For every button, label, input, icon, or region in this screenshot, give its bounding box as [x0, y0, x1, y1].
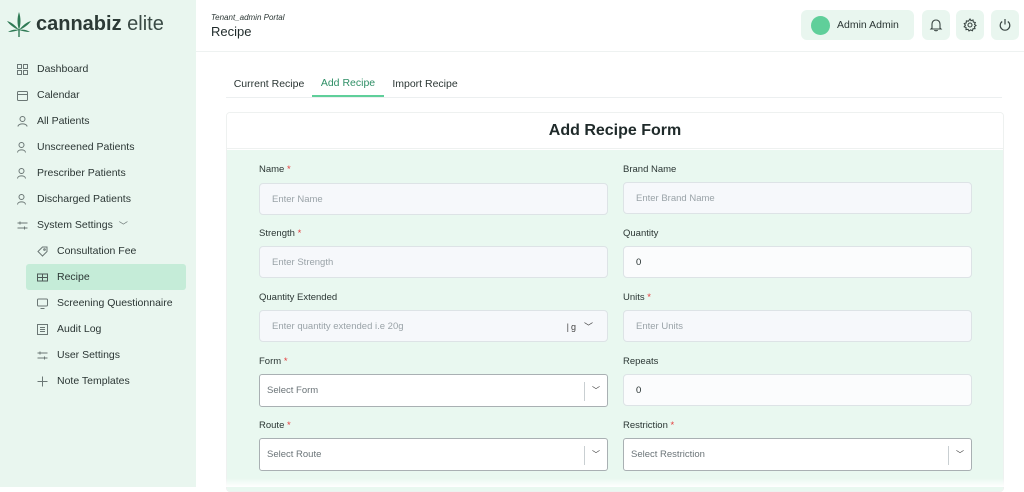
user-check-icon — [16, 167, 29, 180]
quantity-label: Quantity — [623, 228, 659, 239]
brand-name-label: Brand Name — [623, 164, 677, 175]
sidebar: cannabiz elite Dashboard Calendar All Pa… — [0, 0, 196, 487]
sidebar-item-dashboard[interactable]: Dashboard — [0, 56, 196, 82]
user-icon — [16, 115, 29, 128]
table-icon — [36, 271, 49, 284]
sidebar-item-label: Calendar — [37, 89, 80, 101]
form-select[interactable]: Select Form ﹀ — [259, 374, 608, 407]
add-recipe-form: Add Recipe Form Name * Enter Name Brand … — [226, 112, 1004, 492]
sidebar-item-system-settings[interactable]: System Settings ﹀ — [0, 212, 196, 238]
form-body: Name * Enter Name Brand Name Enter Brand… — [227, 150, 1003, 491]
repeats-label: Repeats — [623, 356, 659, 367]
repeats-input[interactable]: 0 — [623, 374, 972, 406]
route-select[interactable]: Select Route ﹀ — [259, 438, 608, 471]
units-label: Units * — [623, 292, 651, 303]
bell-icon — [929, 19, 943, 32]
sidebar-item-label: Screening Questionnaire — [57, 297, 173, 309]
select-divider — [584, 382, 585, 401]
sidebar-item-label: User Settings — [57, 349, 121, 361]
user-menu-button[interactable]: Admin Admin — [801, 10, 914, 40]
sidebar-item-label: Unscreened Patients — [37, 141, 135, 153]
cannabis-leaf-icon — [7, 12, 31, 37]
sidebar-item-audit-log[interactable]: Audit Log — [0, 316, 196, 342]
strength-input[interactable]: Enter Strength — [259, 246, 608, 278]
gear-icon — [963, 18, 977, 32]
quantity-extended-input[interactable]: Enter quantity extended i.e 20g | g ﹀ — [259, 310, 608, 342]
sidebar-item-all-patients[interactable]: All Patients — [0, 108, 196, 134]
form-select-placeholder: Select Form — [267, 385, 319, 396]
logout-button[interactable] — [991, 10, 1019, 40]
user-name: Admin Admin — [837, 19, 899, 31]
quantity-extended-placeholder: Enter quantity extended i.e 20g — [272, 320, 404, 332]
recipe-tabs: Current Recipe Add Recipe Import Recipe — [226, 70, 1002, 98]
sidebar-item-label: System Settings — [37, 219, 113, 231]
unit-select[interactable]: | g ﹀ — [567, 320, 593, 333]
select-divider — [948, 446, 949, 465]
sidebar-item-label: Dashboard — [37, 63, 89, 75]
monitor-icon — [36, 297, 49, 310]
settings-button[interactable] — [956, 10, 984, 40]
sidebar-nav: Dashboard Calendar All Patients Unscreen… — [0, 56, 196, 394]
power-icon — [999, 19, 1011, 31]
form-title: Add Recipe Form — [227, 113, 1003, 149]
name-label: Name * — [259, 164, 291, 175]
sidebar-item-label: Discharged Patients — [37, 193, 131, 205]
calendar-icon — [16, 89, 29, 102]
plus-icon — [36, 375, 49, 388]
restriction-select-placeholder: Select Restriction — [631, 449, 705, 460]
form-field-label: Form * — [259, 356, 288, 367]
unit-value: g — [570, 322, 576, 332]
quantity-input[interactable]: 0 — [623, 246, 972, 278]
restriction-select[interactable]: Select Restriction ﹀ — [623, 438, 972, 471]
sidebar-item-note-templates[interactable]: Note Templates — [0, 368, 196, 394]
user-x-icon — [16, 141, 29, 154]
sliders-icon — [16, 219, 29, 232]
portal-label: Tenant_admin Portal — [211, 13, 285, 22]
tab-import-recipe[interactable]: Import Recipe — [384, 70, 466, 97]
grid-icon — [16, 63, 29, 76]
select-divider — [584, 446, 585, 465]
strength-label: Strength * — [259, 228, 302, 239]
sidebar-item-label: Prescriber Patients — [37, 167, 126, 179]
sidebar-item-user-settings[interactable]: User Settings — [0, 342, 196, 368]
sidebar-item-unscreened-patients[interactable]: Unscreened Patients — [0, 134, 196, 160]
sidebar-item-prescriber-patients[interactable]: Prescriber Patients — [0, 160, 196, 186]
sidebar-item-discharged-patients[interactable]: Discharged Patients — [0, 186, 196, 212]
tab-current-recipe[interactable]: Current Recipe — [226, 70, 312, 97]
tag-icon — [36, 245, 49, 258]
logo[interactable]: cannabiz elite — [6, 8, 164, 40]
sidebar-item-label: Recipe — [57, 271, 90, 283]
chevron-down-icon: ﹀ — [592, 450, 600, 459]
user-minus-icon — [16, 193, 29, 206]
name-input[interactable]: Enter Name — [259, 183, 608, 215]
sidebar-item-label: Audit Log — [57, 323, 102, 335]
list-icon — [36, 323, 49, 336]
units-input[interactable]: Enter Units — [623, 310, 972, 342]
quantity-extended-label: Quantity Extended — [259, 292, 338, 303]
scroll-fade — [196, 478, 1024, 487]
sidebar-item-recipe[interactable]: Recipe — [26, 264, 186, 290]
brand-name-input[interactable]: Enter Brand Name — [623, 182, 972, 214]
route-label: Route * — [259, 420, 291, 431]
chevron-down-icon: ﹀ — [583, 322, 593, 332]
chevron-down-icon: ﹀ — [592, 386, 600, 395]
tab-add-recipe[interactable]: Add Recipe — [312, 70, 384, 97]
sidebar-item-calendar[interactable]: Calendar — [0, 82, 196, 108]
page-title: Recipe — [211, 24, 252, 39]
sidebar-item-label: All Patients — [37, 115, 90, 127]
sidebar-item-screening-questionnaire[interactable]: Screening Questionnaire — [0, 290, 196, 316]
avatar — [811, 15, 830, 35]
restriction-label: Restriction * — [623, 420, 675, 431]
sliders-icon — [36, 349, 49, 362]
top-bar: Tenant_admin Portal Recipe Admin Admin — [196, 0, 1024, 52]
chevron-down-icon[interactable]: ﹀ — [119, 219, 128, 232]
sidebar-item-label: Consultation Fee — [57, 245, 137, 257]
logo-text: cannabiz elite — [36, 12, 164, 35]
route-select-placeholder: Select Route — [267, 449, 322, 460]
sidebar-item-label: Note Templates — [57, 375, 130, 387]
chevron-down-icon: ﹀ — [956, 450, 964, 459]
sidebar-item-consultation-fee[interactable]: Consultation Fee — [0, 238, 196, 264]
notifications-button[interactable] — [922, 10, 950, 40]
